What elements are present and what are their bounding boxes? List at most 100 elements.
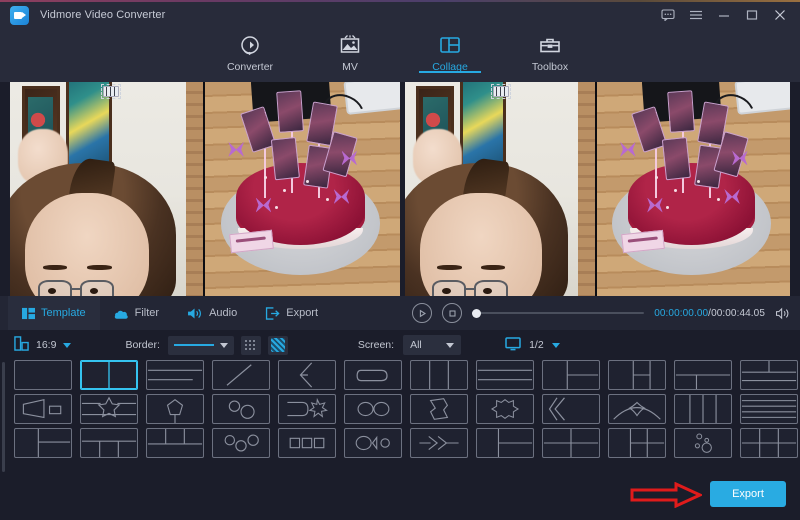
- template-two-circles-small[interactable]: [212, 394, 270, 424]
- border-pattern-icon[interactable]: [268, 336, 288, 355]
- template-megaphone[interactable]: [14, 394, 72, 424]
- template-three-columns[interactable]: [410, 360, 468, 390]
- maximize-icon[interactable]: [738, 0, 766, 30]
- template-double-arrow[interactable]: [410, 428, 468, 458]
- aspect-ratio-icon: [14, 336, 29, 354]
- template-six-grid[interactable]: [740, 428, 798, 458]
- tab-audio[interactable]: Audio: [173, 296, 251, 330]
- template-three-squares[interactable]: [278, 428, 336, 458]
- template-puzzle-piece[interactable]: [410, 394, 468, 424]
- template-two-vertical[interactable]: [80, 360, 138, 390]
- app-title: Vidmore Video Converter: [40, 9, 165, 21]
- tab-template[interactable]: Template: [8, 296, 100, 330]
- clip-thumbnail-cake: [205, 82, 400, 296]
- template-four-grid[interactable]: [542, 428, 600, 458]
- template-oval-triangle-circle[interactable]: [344, 428, 402, 458]
- tab-export[interactable]: Export: [251, 296, 332, 330]
- preview-drag-handle-icon: [493, 86, 509, 97]
- stop-icon[interactable]: [442, 303, 462, 323]
- collage-cell-left[interactable]: [10, 82, 203, 296]
- mode-tab-bar: Converter MV Collage Toolbox: [0, 30, 800, 82]
- screen-chevron-down-icon[interactable]: [446, 343, 454, 348]
- mode-tab-mv[interactable]: MV: [319, 32, 381, 73]
- template-left-right-split[interactable]: [476, 428, 534, 458]
- preview-thumbnail-woman: [405, 82, 595, 296]
- preview-cell-divider: [595, 82, 597, 296]
- menu-icon[interactable]: [682, 0, 710, 30]
- page-selector[interactable]: 1/2: [505, 337, 560, 354]
- collage-cell-divider[interactable]: [203, 82, 205, 296]
- play-icon[interactable]: [412, 303, 432, 323]
- mode-tab-toolbox[interactable]: Toolbox: [519, 32, 581, 73]
- template-row: [0, 360, 800, 390]
- border-style-select[interactable]: [168, 336, 234, 355]
- toolbox-icon: [538, 32, 562, 58]
- app-logo-icon: [10, 6, 29, 25]
- aspect-ratio-selector[interactable]: 16:9: [14, 336, 71, 354]
- aspect-ratio-value: 16:9: [36, 339, 56, 351]
- template-four-columns[interactable]: [674, 394, 732, 424]
- template-top-band-three-bottom[interactable]: [80, 428, 138, 458]
- border-label: Border:: [125, 339, 159, 351]
- mode-tab-converter[interactable]: Converter: [219, 32, 281, 73]
- template-two-horizontal-bands[interactable]: [146, 360, 204, 390]
- preview-area: [0, 82, 800, 296]
- template-one-left-two-right[interactable]: [542, 360, 600, 390]
- template-top-two-bottom[interactable]: [740, 360, 798, 390]
- export-button[interactable]: Export: [710, 481, 786, 507]
- template-row: [0, 428, 800, 458]
- split-screen-icon: [505, 337, 521, 354]
- clip-thumbnail-woman: [10, 82, 203, 296]
- volume-icon[interactable]: [775, 307, 792, 320]
- preview-cell-right: [597, 82, 790, 296]
- template-three-circles[interactable]: [212, 428, 270, 458]
- current-time: 00:00:00.00: [654, 308, 708, 319]
- collage-cell-right[interactable]: [205, 82, 400, 296]
- screen-label: Screen:: [358, 339, 394, 351]
- page-chevron-down-icon[interactable]: [552, 343, 560, 348]
- template-two-ovals[interactable]: [344, 394, 402, 424]
- editor-sub-tabs: Template Filter Audio Export: [8, 296, 332, 330]
- template-star-band[interactable]: [80, 394, 138, 424]
- template-arrow-notch[interactable]: [278, 360, 336, 390]
- progress-knob[interactable]: [472, 309, 481, 318]
- filter-icon: [114, 307, 129, 320]
- collage-preview-pane[interactable]: [405, 82, 790, 296]
- template-arch-flower[interactable]: [608, 394, 666, 424]
- border-dots-icon[interactable]: [241, 336, 261, 355]
- template-arrow-left-notch[interactable]: [542, 394, 600, 424]
- template-top-bottom-split[interactable]: [674, 360, 732, 390]
- close-icon[interactable]: [766, 0, 794, 30]
- feedback-icon[interactable]: [654, 0, 682, 30]
- tab-filter[interactable]: Filter: [100, 296, 173, 330]
- template-three-top-one-bottom[interactable]: [146, 428, 204, 458]
- template-left-two-right-grid[interactable]: [608, 428, 666, 458]
- template-flag-starburst[interactable]: [278, 394, 336, 424]
- mode-tab-converter-label: Converter: [227, 61, 273, 73]
- border-line-preview: [174, 344, 214, 346]
- template-single[interactable]: [14, 360, 72, 390]
- screen-select[interactable]: All: [403, 335, 461, 355]
- template-bubbles[interactable]: [674, 428, 732, 458]
- playback-progress-slider[interactable]: [472, 306, 644, 320]
- preview-thumbnail-cake: [597, 82, 790, 296]
- chevron-down-icon[interactable]: [63, 343, 71, 348]
- template-diagonal-split[interactable]: [212, 360, 270, 390]
- border-chevron-down-icon[interactable]: [220, 343, 228, 348]
- template-rounded-inset[interactable]: [344, 360, 402, 390]
- minimize-icon[interactable]: [710, 0, 738, 30]
- template-pentagon[interactable]: [146, 394, 204, 424]
- title-bar: Vidmore Video Converter: [0, 0, 800, 30]
- window-controls: [654, 0, 800, 30]
- tab-export-label: Export: [286, 307, 318, 319]
- template-three-rows[interactable]: [476, 360, 534, 390]
- drag-handle-icon[interactable]: [103, 86, 119, 97]
- template-big-left-two-right[interactable]: [14, 428, 72, 458]
- template-grid: [0, 360, 800, 476]
- template-left-stack-right[interactable]: [608, 360, 666, 390]
- collage-editor-pane[interactable]: [10, 82, 400, 296]
- template-gear-shape[interactable]: [476, 394, 534, 424]
- template-five-rows[interactable]: [740, 394, 798, 424]
- export-icon: [265, 307, 280, 320]
- mode-tab-collage[interactable]: Collage: [419, 32, 481, 73]
